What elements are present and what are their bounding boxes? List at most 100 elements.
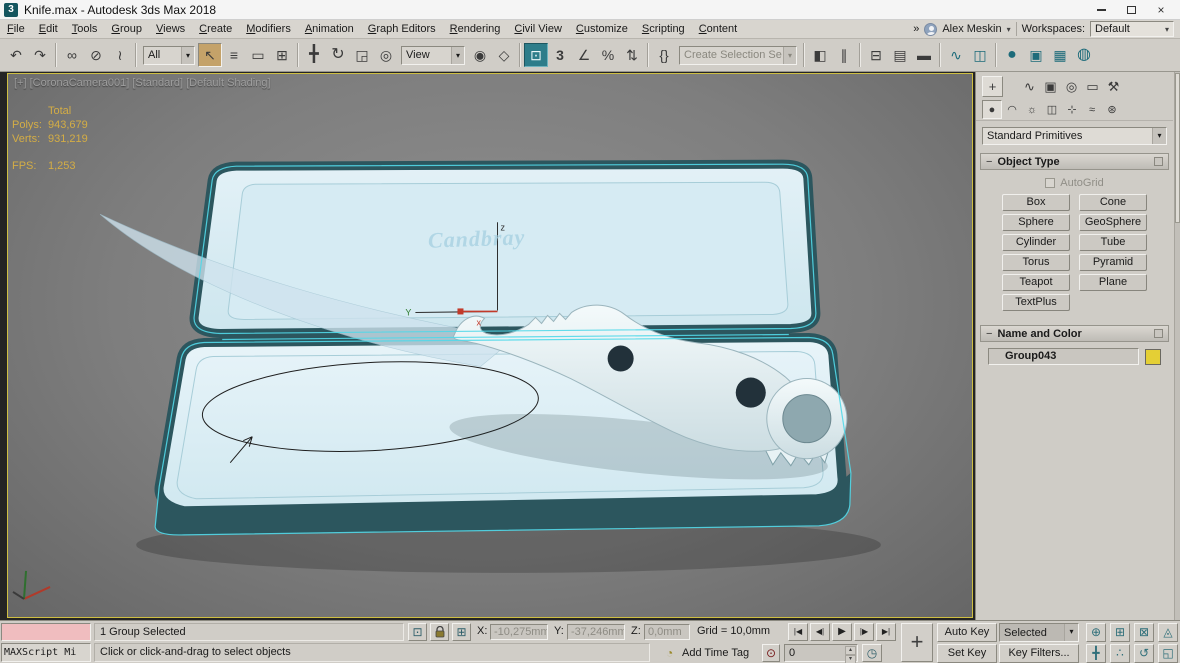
category-shapes-icon[interactable]: ◠	[1002, 100, 1022, 119]
select-and-link-icon[interactable]: ∞	[60, 43, 84, 67]
category-cameras-icon[interactable]: ◫	[1042, 100, 1062, 119]
isolate-selection-toggle[interactable]: ⊡	[408, 623, 427, 641]
key-mode-toggle[interactable]: ⊙	[762, 644, 780, 662]
align-icon[interactable]: ∥	[832, 43, 856, 67]
use-pivot-center-icon[interactable]: ◉	[468, 43, 492, 67]
redo-icon[interactable]: ↷	[28, 43, 52, 67]
autogrid-checkbox[interactable]	[1045, 178, 1055, 188]
viewport[interactable]: z Y x [+] [CoronaCamera001] [Standard] […	[7, 73, 973, 618]
snaps-toggle-icon[interactable]: 3	[548, 43, 572, 67]
menu-group[interactable]: Group	[104, 20, 149, 38]
selection-filter-dropdown[interactable]: All ▾	[143, 46, 195, 65]
next-frame-button[interactable]: |▶	[854, 623, 874, 641]
curve-editor-icon[interactable]: ∿	[944, 43, 968, 67]
plane-button[interactable]: Plane	[1079, 274, 1147, 291]
material-editor-icon[interactable]: ●	[1000, 43, 1024, 67]
tab-create[interactable]: +	[982, 76, 1003, 97]
unlink-selection-icon[interactable]: ⊘	[84, 43, 108, 67]
named-selection-sets-icon[interactable]: {}	[652, 43, 676, 67]
object-color-swatch[interactable]	[1145, 349, 1161, 365]
object-type-rollout-header[interactable]: − Object Type	[980, 153, 1169, 170]
menu-animation[interactable]: Animation	[298, 20, 361, 38]
reference-coordinate-dropdown[interactable]: View ▾	[401, 46, 465, 65]
play-button[interactable]: ▶	[832, 623, 852, 641]
box-button[interactable]: Box	[1002, 194, 1070, 211]
rectangular-selection-region-icon[interactable]: ▭	[246, 43, 270, 67]
panel-scrollbar[interactable]	[1174, 72, 1180, 620]
schematic-view-icon[interactable]: ◫	[968, 43, 992, 67]
category-space-warps-icon[interactable]: ≈	[1082, 100, 1102, 119]
menu-edit[interactable]: Edit	[32, 20, 65, 38]
tab-hierarchy[interactable]: ▣	[1040, 76, 1061, 97]
render-production-icon[interactable]: ◍	[1072, 43, 1096, 67]
geosphere-button[interactable]: GeoSphere	[1079, 214, 1147, 231]
frame-spinner[interactable]: ▴ ▾	[845, 646, 856, 660]
selection-lock-toggle[interactable]	[430, 623, 449, 641]
current-frame-field[interactable]: 0 ▴ ▾	[784, 644, 858, 662]
name-color-rollout-header[interactable]: − Name and Color	[980, 325, 1169, 342]
mirror-icon[interactable]: ◧	[808, 43, 832, 67]
menu-file[interactable]: File	[0, 20, 32, 38]
tab-motion[interactable]: ◎	[1061, 76, 1082, 97]
orbit-icon[interactable]: ↺	[1134, 644, 1154, 663]
pyramid-button[interactable]: Pyramid	[1079, 254, 1147, 271]
menu-scripting[interactable]: Scripting	[635, 20, 692, 38]
restore-button[interactable]	[1116, 1, 1146, 19]
macro-recorder-field[interactable]	[1, 623, 91, 641]
category-systems-icon[interactable]: ⊛	[1102, 100, 1122, 119]
close-button[interactable]: ×	[1146, 1, 1176, 19]
spinner-down-icon[interactable]: ▾	[845, 655, 856, 663]
previous-frame-button[interactable]: ◀|	[810, 623, 830, 641]
zoom-icon[interactable]: ⊕	[1086, 623, 1106, 642]
go-to-start-button[interactable]: |◀	[788, 623, 808, 641]
menu-civil-view[interactable]: Civil View	[507, 20, 568, 38]
field-of-view-icon[interactable]: ◬	[1158, 623, 1178, 642]
tube-button[interactable]: Tube	[1079, 234, 1147, 251]
cylinder-button[interactable]: Cylinder	[1002, 234, 1070, 251]
auto-key-button[interactable]: Auto Key	[937, 623, 997, 642]
zoom-extents-icon[interactable]: ⊠	[1134, 623, 1154, 642]
pan-icon[interactable]: ╋	[1086, 644, 1106, 663]
angle-snap-icon[interactable]: ∠	[572, 43, 596, 67]
select-and-scale-icon[interactable]: ◲	[350, 43, 374, 67]
signed-in-user[interactable]: Alex Meskin	[942, 23, 1001, 35]
menu-content[interactable]: Content	[692, 20, 745, 38]
set-key-button[interactable]: Set Key	[937, 644, 997, 663]
maxscript-mini-listener[interactable]: MAXScript Mi	[1, 643, 91, 662]
select-and-manipulate-icon[interactable]: ◇	[492, 43, 516, 67]
primitives-category-dropdown[interactable]: Standard Primitives ▾	[982, 127, 1167, 145]
z-coord-field[interactable]: 0,0mm	[644, 624, 690, 640]
select-object-icon[interactable]: ↖	[198, 43, 222, 67]
menu-views[interactable]: Views	[149, 20, 192, 38]
category-lights-icon[interactable]: ☼	[1022, 100, 1042, 119]
select-and-place-icon[interactable]: ◎	[374, 43, 398, 67]
y-coord-field[interactable]: -37,246mm	[567, 624, 625, 640]
percent-snap-icon[interactable]: %	[596, 43, 620, 67]
teapot-button[interactable]: Teapot	[1002, 274, 1070, 291]
user-avatar[interactable]	[924, 23, 937, 36]
menu-tools[interactable]: Tools	[65, 20, 105, 38]
named-selection-set-dropdown[interactable]: Create Selection Se ▾	[679, 46, 797, 65]
sphere-button[interactable]: Sphere	[1002, 214, 1070, 231]
tab-modify[interactable]: ∿	[1019, 76, 1040, 97]
select-and-rotate-icon[interactable]: ↻	[326, 43, 350, 67]
viewport-label[interactable]: [+] [CoronaCamera001] [Standard] [Defaul…	[14, 77, 271, 89]
set-keys-button[interactable]: +	[901, 623, 933, 662]
ribbon-toggle-icon[interactable]: ▬	[912, 43, 936, 67]
add-time-tag[interactable]: Add Time Tag	[682, 647, 749, 659]
go-to-end-button[interactable]: ▶|	[876, 623, 896, 641]
time-configuration-button[interactable]: ◷	[862, 644, 882, 662]
menu-create[interactable]: Create	[192, 20, 239, 38]
rendered-frame-window-icon[interactable]: ▦	[1048, 43, 1072, 67]
menu-customize[interactable]: Customize	[569, 20, 635, 38]
select-by-name-icon[interactable]: ≡	[222, 43, 246, 67]
walk-through-icon[interactable]: ∴	[1110, 644, 1130, 663]
torus-button[interactable]: Torus	[1002, 254, 1070, 271]
absolute-mode-toggle[interactable]: ⊞	[452, 623, 471, 641]
cone-button[interactable]: Cone	[1079, 194, 1147, 211]
zoom-all-icon[interactable]: ⊞	[1110, 623, 1130, 642]
menu-overflow-icon[interactable]: »	[913, 23, 919, 35]
minimize-button[interactable]	[1086, 1, 1116, 19]
workspace-dropdown[interactable]: Default ▾	[1090, 21, 1174, 37]
menu-modifiers[interactable]: Modifiers	[239, 20, 298, 38]
